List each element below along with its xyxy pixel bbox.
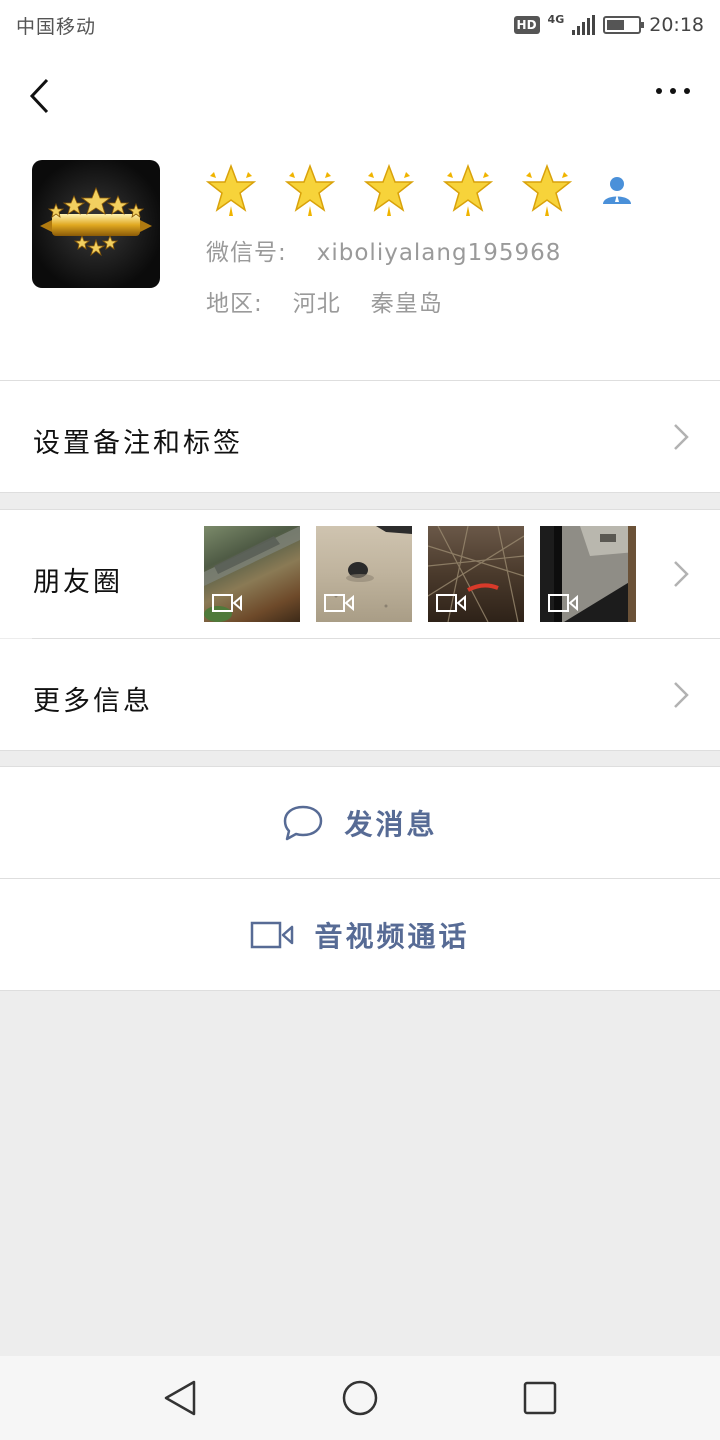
signal-icon xyxy=(572,15,596,35)
status-bar: 中国移动 HD 4G 20:18 xyxy=(0,0,720,50)
star-emoji-icon xyxy=(285,163,335,216)
nav-recents-icon[interactable] xyxy=(520,1378,560,1418)
star-emoji-icon xyxy=(364,163,414,216)
avatar-emblem-icon xyxy=(40,186,152,257)
nickname xyxy=(206,162,633,218)
chevron-right-icon xyxy=(674,682,689,708)
battery-icon xyxy=(603,16,645,34)
more-options-button[interactable] xyxy=(656,88,690,94)
moments-thumbnails xyxy=(204,526,636,622)
moments-thumbnail[interactable] xyxy=(204,526,300,622)
star-emoji-icon xyxy=(443,163,493,216)
divider xyxy=(0,990,720,991)
remarks-tags-label: 设置备注和标签 xyxy=(33,428,243,459)
wechat-id-value: xiboliyalang195968 xyxy=(316,240,562,266)
video-icon xyxy=(436,594,466,612)
region-province: 河北 xyxy=(292,291,341,317)
moments-label: 朋友圈 xyxy=(33,567,123,598)
chat-bubble-icon xyxy=(284,805,323,840)
video-icon xyxy=(324,594,354,612)
video-call-icon xyxy=(251,921,294,948)
video-icon xyxy=(548,594,578,612)
carrier-name: 中国移动 xyxy=(16,15,97,38)
region-city: 秦皇岛 xyxy=(370,291,443,317)
more-info-row[interactable]: 更多信息 xyxy=(0,639,720,750)
video-call-label: 音视频通话 xyxy=(314,919,470,953)
nav-back-icon[interactable] xyxy=(160,1378,200,1418)
divider xyxy=(0,492,720,493)
star-emoji-icon xyxy=(522,163,572,216)
send-message-label: 发消息 xyxy=(344,807,438,841)
moments-thumbnail[interactable] xyxy=(316,526,412,622)
avatar[interactable] xyxy=(32,160,160,288)
system-nav-bar xyxy=(0,1356,720,1440)
clock: 20:18 xyxy=(649,14,704,36)
divider xyxy=(0,750,720,751)
more-info-label: 更多信息 xyxy=(33,686,153,717)
moments-thumbnail[interactable] xyxy=(540,526,636,622)
wechat-id-label: 微信号: xyxy=(206,240,287,266)
person-icon xyxy=(603,177,631,204)
network-type: 4G xyxy=(547,12,565,26)
send-message-button[interactable]: 发消息 xyxy=(0,767,720,878)
wechat-id-line: 微信号: xiboliyalang195968 xyxy=(206,233,561,267)
nav-home-icon[interactable] xyxy=(340,1378,380,1418)
hd-badge: HD xyxy=(513,16,540,34)
back-icon[interactable] xyxy=(22,76,62,116)
moments-row[interactable]: 朋友圈 xyxy=(0,510,720,638)
video-icon xyxy=(212,594,242,612)
divider xyxy=(32,638,720,639)
video-call-button[interactable]: 音视频通话 xyxy=(0,879,720,990)
region-line: 地区: 河北 秦皇岛 xyxy=(206,284,443,318)
profile-header: 微信号: xiboliyalang195968 地区: 河北 秦皇岛 xyxy=(0,50,720,380)
chevron-right-icon xyxy=(674,561,689,587)
moments-thumbnail[interactable] xyxy=(428,526,524,622)
star-emoji-icon xyxy=(206,163,256,216)
remarks-tags-row[interactable]: 设置备注和标签 xyxy=(0,381,720,492)
chevron-right-icon xyxy=(674,424,689,450)
status-indicators: HD 4G 20:18 xyxy=(513,12,704,36)
region-label: 地区: xyxy=(206,291,263,317)
